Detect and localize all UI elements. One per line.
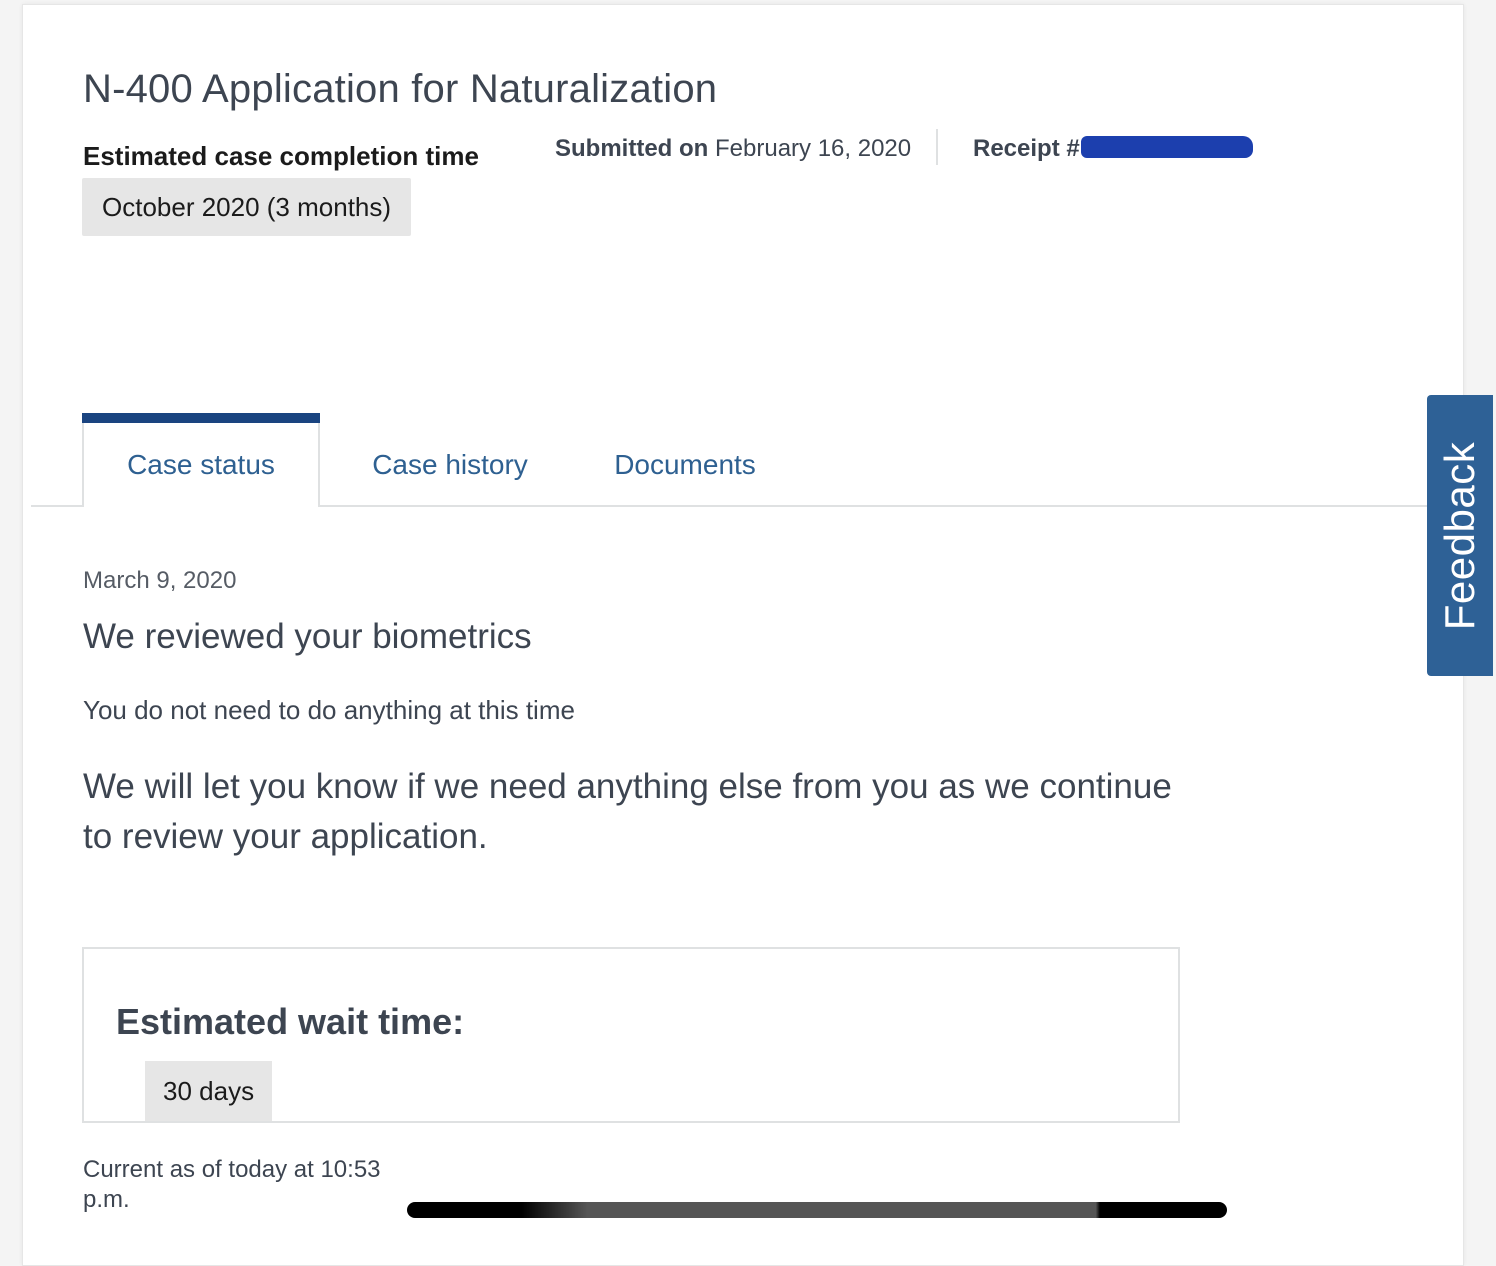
tab-case-history[interactable]: Case history [347,413,553,505]
submitted-date: February 16, 2020 [715,135,912,162]
status-subheading: You do not need to do anything at this t… [83,695,575,725]
status-heading: We reviewed your biometrics [83,617,532,656]
feedback-label: Feedback [1436,441,1483,630]
status-body: We will let you know if we need anything… [83,767,1172,856]
current-as-of: Current as of today at 10:53 p.m. [83,1156,381,1213]
submitted-info: Submitted on February 16, 2020 [555,135,911,163]
tab-case-status[interactable]: Case status [82,413,320,507]
receipt-redaction-mark [1081,136,1253,158]
horizontal-scrollbar[interactable] [407,1202,1227,1218]
wait-time-box: Estimated wait time: 30 days [82,947,1180,1123]
tab-documents[interactable]: Documents [591,413,779,505]
header-divider [936,129,938,165]
case-card: N-400 Application for Naturalization Est… [22,4,1471,1266]
status-date: March 9, 2020 [83,567,237,594]
case-tabs: Case status Case history Documents [31,413,1471,507]
submitted-label: Submitted on [555,135,709,162]
wait-time-badge: 30 days [145,1061,273,1121]
feedback-button[interactable]: Feedback [1427,395,1493,676]
estimated-completion-label: Estimated case completion time [83,141,479,171]
wait-time-label: Estimated wait time: [116,1001,465,1042]
estimated-completion-badge: October 2020 (3 months) [82,178,412,236]
page-title: N-400 Application for Naturalization [83,67,718,111]
receipt-label: Receipt # [973,135,1080,162]
